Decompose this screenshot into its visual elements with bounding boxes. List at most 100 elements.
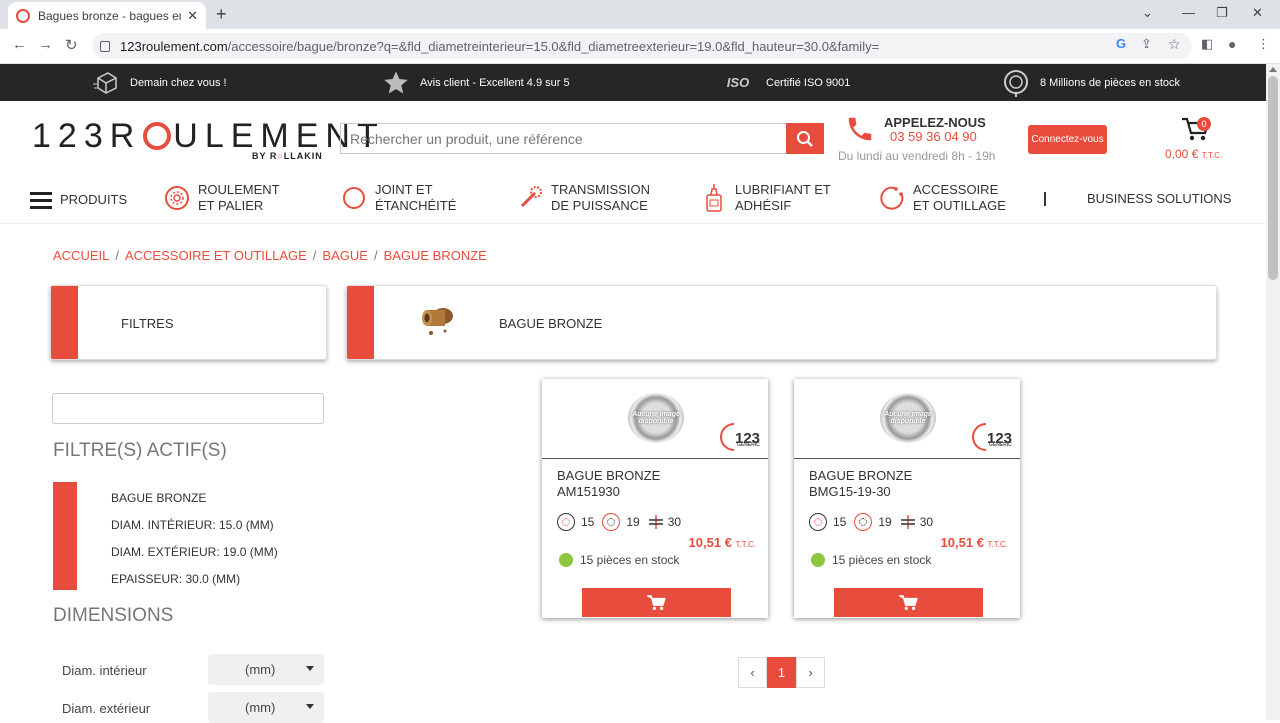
outer-diameter-icon	[854, 513, 873, 531]
cart-total[interactable]: 0,00 € T.T.C.	[1165, 147, 1222, 161]
promo-delivery: Demain chez vous !	[92, 64, 227, 101]
outer-diameter-value: 19	[626, 515, 640, 529]
url-domain: 123roulement.com	[120, 38, 228, 54]
product-name[interactable]: BAGUE BRONZE AM151930	[557, 468, 757, 500]
filter-search-input[interactable]	[52, 393, 324, 424]
dim-outer-select[interactable]: (mm)	[208, 692, 324, 723]
active-filters-title: FILTRE(S) ACTIF(S)	[53, 440, 227, 461]
menu-roulement-line2: ET PALIER	[198, 198, 264, 213]
no-image-placeholder: Aucune image disponible	[628, 393, 684, 443]
bookmark-star-icon[interactable]: ☆	[1168, 36, 1181, 53]
filters-panel[interactable]: FILTRES	[50, 285, 327, 360]
brand-logo: 123 GENERIC	[972, 423, 1012, 451]
new-tab-icon[interactable]: +	[216, 4, 227, 25]
active-filters-accent	[53, 482, 77, 590]
bearing-icon	[1002, 69, 1030, 97]
add-to-cart-button[interactable]	[582, 588, 731, 617]
reload-icon[interactable]: ↻	[65, 36, 78, 54]
pagination-next[interactable]: ›	[796, 657, 825, 688]
site-favicon-icon	[16, 8, 30, 23]
menu-lubrifiant-line2: ADHÉSIF	[735, 198, 792, 213]
back-icon[interactable]: ←	[12, 36, 27, 53]
menu-transmission[interactable]: TRANSMISSION DE PUISSANCE	[517, 182, 650, 214]
stock-text: 15 pièces en stock	[580, 553, 680, 567]
browser-tab[interactable]: Bagues bronze - bagues en bron ✕	[8, 2, 206, 29]
google-icon[interactable]: G	[1116, 36, 1126, 51]
search-button[interactable]	[786, 123, 824, 154]
lubricant-bottle-icon	[701, 184, 727, 212]
dim-inner-label: Diam. intérieur	[62, 663, 147, 678]
close-window-icon[interactable]: ✕	[1252, 5, 1263, 21]
inner-diameter-value: 15	[581, 515, 595, 529]
pagination-page[interactable]: 1	[767, 657, 796, 688]
breadcrumb-bague-bronze[interactable]: BAGUE BRONZE	[384, 248, 487, 263]
breadcrumb-bague[interactable]: BAGUE	[322, 248, 368, 263]
scrollbar-thumb[interactable]	[1268, 76, 1278, 280]
bearing-red-icon	[164, 185, 190, 211]
menu-accessoire-line1: ACCESSOIRE	[913, 182, 999, 197]
menu-transmission-line2: DE PUISSANCE	[551, 198, 648, 213]
category-panel-accent	[347, 286, 374, 359]
menu-accessoire[interactable]: ACCESSOIRE ET OUTILLAGE	[879, 182, 1006, 214]
category-panel: BAGUE BRONZE	[346, 285, 1217, 360]
price-ttc: T.T.C.	[735, 540, 756, 549]
breadcrumb-accessoire[interactable]: ACCESSOIRE ET OUTILLAGE	[125, 248, 307, 263]
brand-sub: GENERIC	[989, 442, 1012, 448]
dimensions-title: DIMENSIONS	[53, 605, 174, 626]
cart-icon	[898, 595, 918, 611]
iso-icon: ISO	[726, 75, 750, 90]
add-to-cart-button[interactable]	[834, 588, 983, 617]
call-number[interactable]: 03 59 36 04 90	[890, 129, 977, 144]
address-bar[interactable]: 123roulement.com/accessoire/bague/bronze…	[92, 33, 1192, 59]
product-card[interactable]: Aucune image disponible 123 GENERIC BAGUE…	[542, 379, 768, 618]
search-input[interactable]: Rechercher un produit, une référence	[340, 123, 787, 154]
close-tab-icon[interactable]: ✕	[187, 8, 198, 24]
menu-dots-icon[interactable]: ⋮	[1257, 36, 1270, 52]
promo-stock-text: 8 Millions de pièces en stock	[1040, 76, 1181, 89]
breadcrumb: ACCUEIL / ACCESSOIRE ET OUTILLAGE / BAGUE / BA…	[53, 248, 487, 263]
menu-roulement[interactable]: ROULEMENT ET PALIER	[164, 182, 280, 214]
height-value: 30	[919, 515, 934, 529]
price-value: 10,51 €	[688, 535, 732, 550]
dim-inner-select[interactable]: (mm)	[208, 654, 324, 685]
cart-count-badge: 0	[1197, 117, 1211, 131]
active-filter-item[interactable]: DIAM. INTÉRIEUR: 15.0 (MM)	[111, 518, 274, 532]
product-name-line1: BAGUE BRONZE	[809, 468, 913, 483]
in-stock-icon	[559, 553, 573, 567]
maximize-icon[interactable]: ❐	[1216, 5, 1228, 21]
forward-icon[interactable]: →	[38, 36, 53, 53]
active-filter-item[interactable]: EPAISSEUR: 30.0 (MM)	[111, 572, 240, 586]
dropdown-caret-icon	[306, 666, 314, 671]
inner-diameter-icon	[809, 513, 827, 531]
menu-products[interactable]: PRODUITS	[30, 187, 127, 213]
active-filter-item[interactable]: DIAM. EXTÉRIEUR: 19.0 (MM)	[111, 545, 278, 559]
outer-diameter-value: 19	[878, 515, 892, 529]
hamburger-icon	[30, 187, 52, 213]
cart-icon	[646, 595, 666, 611]
minimize-icon[interactable]: —	[1182, 5, 1195, 20]
chain-icon	[517, 185, 543, 211]
scroll-up-icon[interactable]	[1269, 67, 1277, 72]
share-icon[interactable]: ⇪	[1141, 36, 1152, 52]
height-icon	[900, 515, 915, 529]
height-value: 30	[667, 515, 682, 529]
menu-joint[interactable]: JOINT ET ÉTANCHÉITÉ	[341, 182, 456, 214]
brand-ring-icon	[720, 423, 734, 451]
tab-search-icon[interactable]: ⌄	[1142, 5, 1153, 21]
in-stock-icon	[811, 553, 825, 567]
product-reference: BMG15-19-30	[809, 484, 891, 499]
active-filter-item[interactable]: BAGUE BRONZE	[111, 491, 206, 505]
product-image: Aucune image disponible 123 GENERIC	[794, 379, 1020, 459]
profile-icon[interactable]: ●	[1228, 36, 1236, 52]
product-name[interactable]: BAGUE BRONZE BMG15-19-30	[809, 468, 1009, 500]
page-scrollbar[interactable]	[1266, 64, 1280, 720]
breadcrumb-home[interactable]: ACCUEIL	[53, 248, 109, 263]
product-card[interactable]: Aucune image disponible 123 GENERIC BAGUE…	[794, 379, 1020, 618]
login-button[interactable]: Connectez-vous	[1028, 125, 1107, 154]
side-panel-icon[interactable]: ◧	[1201, 36, 1213, 52]
menu-business[interactable]: BUSINESS SOLUTIONS	[1087, 191, 1231, 207]
promo-stock: 8 Millions de pièces en stock	[1002, 64, 1180, 101]
site-logo[interactable]: 123R ULEMENT	[32, 117, 385, 156]
pagination-prev[interactable]: ‹	[738, 657, 767, 688]
menu-lubrifiant[interactable]: LUBRIFIANT ET ADHÉSIF	[701, 182, 831, 214]
